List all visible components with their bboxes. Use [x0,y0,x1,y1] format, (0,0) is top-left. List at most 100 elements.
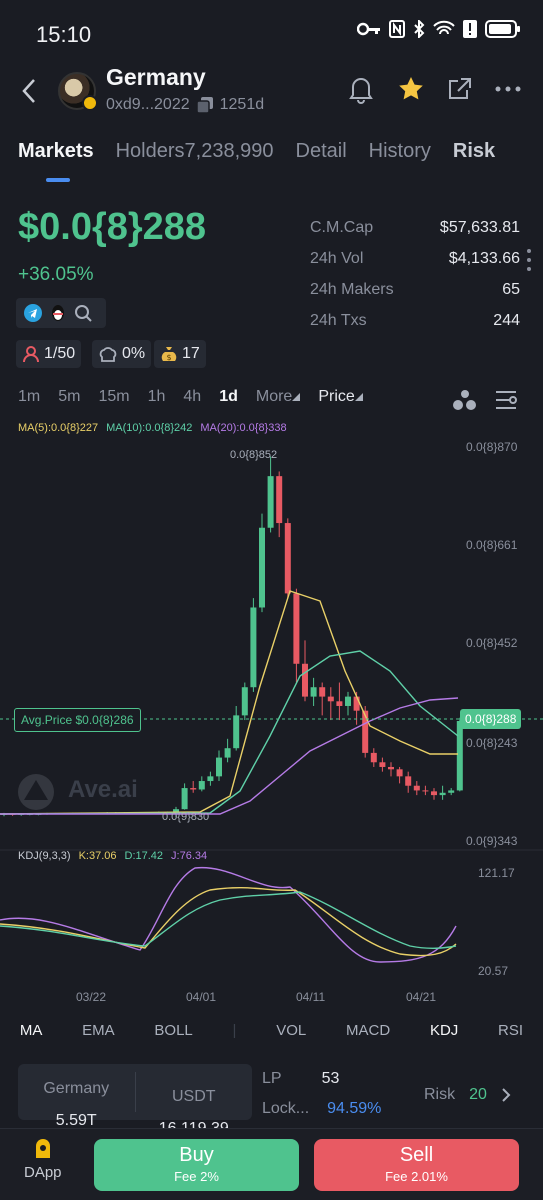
ind-macd[interactable]: MACD [346,1022,390,1039]
social-links [16,298,106,328]
y-label-243: 0.0{8}243 [466,736,518,750]
lp-value: 53 [321,1070,340,1087]
more-icon[interactable] [495,85,521,93]
metric-makers: 24h Makers 65 [310,280,520,298]
token-age: 1251d [219,96,265,113]
metrics-more-icon[interactable] [526,248,532,276]
sell-button[interactable]: Sell Fee 2.01% [314,1139,519,1191]
price-dropdown-icon [354,393,363,401]
y-label-661: 0.0{8}661 [466,538,518,552]
date-0322: 03/22 [76,990,107,1004]
candle-body [388,766,394,770]
ind-rsi[interactable]: RSI [498,1022,523,1039]
status-time: 15:10 [36,22,92,47]
interval-selector: 1m 5m 15m 1h 4h 1d More Price [18,388,363,406]
back-arrow-icon[interactable] [18,74,42,108]
y-label-452: 0.0{8}452 [466,636,518,650]
metric-txs: 24h Txs 244 [310,311,520,329]
date-0421: 04/21 [406,990,437,1004]
date-0401: 04/01 [186,990,217,1004]
candle-body [405,776,412,786]
main-tabs: Markets Holders7,238,990 Detail History … [18,140,495,163]
candle-body [293,593,300,664]
holders-rank-badge[interactable]: 1/50 [16,340,82,368]
tab-markets[interactable]: Markets [18,140,94,163]
watermark [18,774,54,810]
chevron-right-icon [502,1088,511,1102]
qq-icon[interactable] [50,304,66,322]
buy-button[interactable]: Buy Fee 2% [94,1139,299,1191]
reserve-quote: USDT16,119.39 [134,1072,253,1137]
bell-icon[interactable] [347,74,375,104]
lock-value: 94.59% [327,1100,382,1117]
candle-body [181,788,188,810]
tab-history[interactable]: History [369,140,431,163]
metric-volume: 24h Vol $4,133.66 [310,249,520,267]
candle-body [370,752,377,763]
candle-body [233,715,240,749]
chart-settings-icon[interactable] [494,388,518,412]
bags-badge[interactable]: $ 17 [154,340,206,368]
candle-body [396,769,403,777]
kdj-d-line [0,891,457,949]
dapp-icon [35,1139,50,1158]
candle-body [250,607,257,688]
star-icon[interactable] [397,75,425,103]
ma-legend: MA(5):0.0{8}227 MA(10):0.0{8}242 MA(20):… [18,422,287,434]
interval-1h[interactable]: 1h [148,388,166,406]
status-icons [357,20,521,38]
kdj-title: KDJ(9,3,3) [18,850,71,862]
interval-5m[interactable]: 5m [58,388,80,406]
search-icon[interactable] [74,304,92,322]
candle-body [241,687,248,716]
interval-1m[interactable]: 1m [18,388,40,406]
svg-text:$: $ [166,353,171,362]
y-label-343: 0.0{9}343 [466,834,518,848]
candle-body [431,791,437,796]
watermark-text: Ave.ai [68,776,138,803]
ind-ma[interactable]: MA [20,1022,43,1039]
candle-body [345,696,351,706]
candle-body [422,790,429,792]
market-metrics: C.M.Cap $57,633.81 24h Vol $4,133.66 24h M… [310,212,520,336]
kdj-j-line [0,866,457,963]
indicator-settings-icon[interactable] [452,388,478,412]
token-address-row: 0xd9...2022 1251d [106,96,264,114]
nfc-icon [389,20,405,38]
interval-1d[interactable]: 1d [219,388,238,406]
interval-15m[interactable]: 15m [98,388,129,406]
metric-mcap: C.M.Cap $57,633.81 [310,218,520,236]
share-icon[interactable] [447,76,473,102]
candle-body [439,792,446,796]
ma20-value: MA(20):0.0{8}338 [200,422,287,434]
holders-rank: 1/50 [44,345,76,362]
ind-vol[interactable]: VOL [276,1022,306,1039]
interval-4h[interactable]: 4h [183,388,201,406]
copy-icon[interactable] [195,96,214,114]
telegram-icon[interactable] [24,304,42,322]
current-price: $0.0{8}288 [18,206,207,248]
candle-body [198,781,205,790]
dapp-button[interactable]: DApp [24,1138,62,1181]
candle-body [353,696,360,711]
token-address[interactable]: 0xd9...2022 [106,96,190,114]
tax-badge[interactable]: 0% [92,340,152,368]
user-icon [23,346,39,363]
tab-risk[interactable]: Risk [453,140,495,163]
risk-score[interactable]: Risk 20 [424,1086,511,1104]
ind-ema[interactable]: EMA [82,1022,115,1039]
candle-body [448,790,455,793]
tab-detail[interactable]: Detail [296,140,347,163]
interval-more[interactable]: More [256,388,301,406]
candle-body [190,788,197,790]
token-name: Germany [106,64,206,90]
tab-holders[interactable]: Holders7,238,990 [116,140,274,163]
lp-info: LP 53 Lock... 94.59% [262,1070,382,1117]
ind-kdj[interactable]: KDJ [430,1022,458,1039]
kdj-chart[interactable] [0,862,543,984]
ind-divider: | [232,1022,237,1039]
candle-body [207,776,214,782]
kdj-d: D:17.42 [124,850,164,862]
ind-boll[interactable]: BOLL [154,1022,192,1039]
price-mode-select[interactable]: Price [318,388,363,406]
